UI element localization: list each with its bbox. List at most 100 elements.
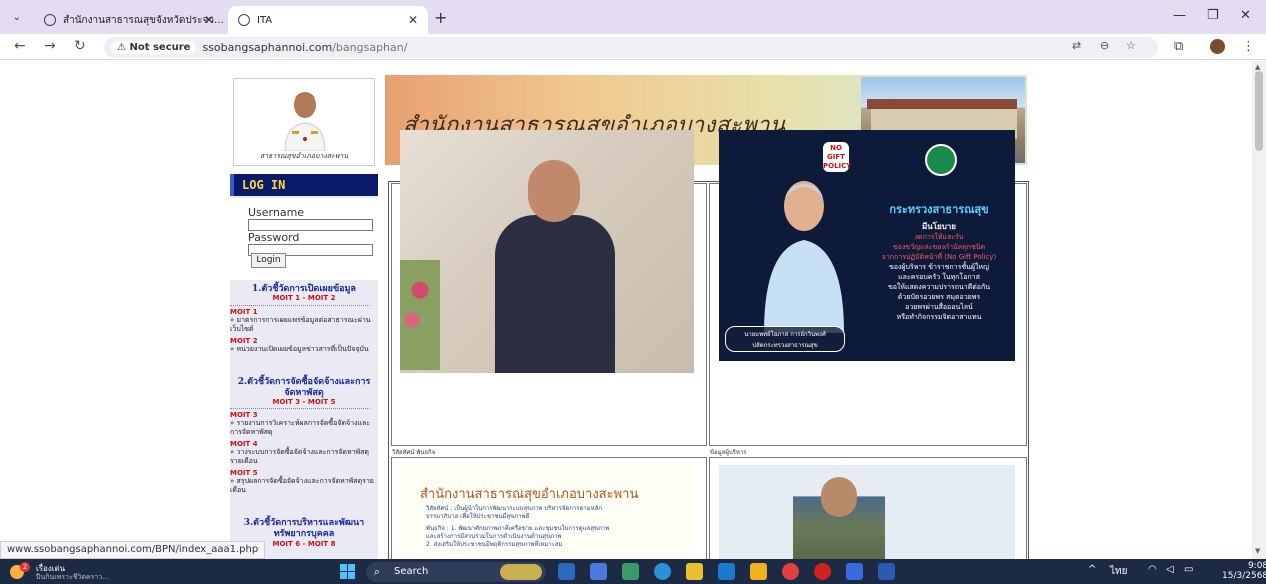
page-scrollbar[interactable]: ▲ ▼	[1252, 61, 1266, 559]
policy-line: และครอบครัว ในทุกโอกาส	[898, 273, 980, 281]
extensions-icon[interactable]: ⧉	[1174, 39, 1183, 54]
username-input[interactable]	[248, 219, 373, 231]
more-menu-icon[interactable]: ⋮	[1242, 39, 1255, 54]
moit-link[interactable]: » วางระบบการจัดซื้อจัดจ้างและการจัดหาพัส…	[230, 448, 376, 466]
tray-chevron-icon[interactable]: ^	[1088, 564, 1096, 575]
chrome-icon[interactable]	[782, 563, 799, 580]
login-button[interactable]: Login	[251, 253, 286, 268]
forward-icon[interactable]: →	[44, 38, 56, 54]
executive-photo[interactable]	[719, 465, 1015, 559]
store-icon[interactable]	[846, 563, 863, 580]
tab-active[interactable]: ITA ✕	[228, 6, 428, 34]
moit-code: MOIT 3	[230, 411, 258, 419]
word-icon[interactable]	[878, 563, 895, 580]
url-domain: ssobangsaphannoi.com	[202, 41, 333, 54]
sidebar: LOG IN Username Password Login 1.ตัวชี้ว…	[230, 174, 378, 559]
app-icon[interactable]	[686, 563, 703, 580]
policy-line: งดการให้และรับ	[914, 233, 964, 241]
tab-title: ITA	[257, 14, 273, 26]
vision-mission-image[interactable]: สำนักงานสาธารณสุขอำเภอบางสะพาน วิสัยทัศน…	[400, 465, 694, 559]
vision-title: สำนักงานสาธารณสุขอำเภอบางสะพาน	[420, 487, 639, 502]
login-heading-text: LOG IN	[242, 178, 286, 192]
scroll-up-icon[interactable]: ▲	[1255, 63, 1260, 71]
address-bar[interactable]: ⚠ Not secure ssobangsaphannoi.com/bangsa…	[104, 37, 1158, 58]
battery-icon[interactable]: ▭	[1184, 564, 1193, 575]
official-position: ปลัดกระทรวงสาธารณสุข	[752, 342, 818, 349]
close-icon[interactable]: ✕	[204, 13, 214, 27]
translate-icon[interactable]: ⇄	[1072, 39, 1081, 52]
section-subtitle: MOIT 3 - MOIT 5	[272, 398, 336, 406]
section-title[interactable]: 3.ตัวชี้วัดการบริหารและพัฒนาทรัพยากรบุคค…	[230, 518, 378, 540]
password-label: Password	[248, 231, 300, 244]
opera-icon[interactable]	[814, 563, 831, 580]
search-placeholder: Search	[394, 566, 429, 577]
security-badge[interactable]: ⚠ Not secure	[111, 41, 197, 54]
tab-title: สำนักงานสาธารณสุขจังหวัดประจวบคี	[63, 14, 224, 26]
moit-link[interactable]: » รายงานการวิเคราะห์ผลการจัดซื้อจัดจ้างแ…	[230, 419, 376, 437]
close-icon[interactable]: ✕	[408, 13, 418, 27]
volume-icon[interactable]: ◁	[1166, 564, 1174, 575]
cell-caption[interactable]: วิสัยทัศน์ พันธกิจ	[392, 447, 435, 457]
name-plate: นายแพทย์โอภาส การย์กวินพงศ์ ปลัดกระทรวงส…	[725, 326, 845, 352]
teams-icon[interactable]	[590, 563, 607, 580]
windows-start-icon[interactable]	[340, 564, 355, 579]
moit-link[interactable]: » มาตรการการเผยแพร่ข้อมูลต่อสาธารณะผ่านเ…	[230, 316, 376, 334]
back-icon[interactable]: ←	[14, 38, 26, 54]
url-text: ssobangsaphannoi.com/bangsaphan/	[202, 41, 407, 54]
policy-heading: มีนโยบาย	[922, 222, 956, 231]
official-name: นายแพทย์โอภาส การย์กวินพงศ์	[744, 331, 826, 338]
section-title[interactable]: 2.ตัวชี้วัดการจัดซื้อจัดจ้างและการจัดหาพ…	[230, 377, 378, 399]
moit-link[interactable]: » สรุปผลการจัดซื้อจัดจ้างและการจัดหาพัสด…	[230, 477, 376, 495]
moit-link[interactable]: » หน่วยงานเปิดเผยข้อมูลข่าวสารที่เป็นปัจ…	[230, 345, 376, 354]
status-url: www.ssobangsaphannoi.com/BPN/index_aaa1.…	[0, 541, 266, 559]
divider	[230, 305, 370, 306]
moit-code: MOIT 1	[230, 308, 258, 316]
close-window-icon[interactable]: ✕	[1240, 8, 1251, 23]
profile-image: สาธารณสุขอำเภอบางสะพาน	[233, 78, 375, 166]
widget-subtitle: ปีนกินเพราะชีวิตคราว...	[36, 573, 109, 581]
search-highlight-art	[500, 564, 542, 580]
policy-line: ของขวัญและของกำนัลทุกชนิด	[892, 243, 986, 251]
bookmark-star-icon[interactable]: ☆	[1126, 39, 1136, 52]
new-tab-button[interactable]: +	[434, 8, 447, 27]
task-view-icon[interactable]	[558, 563, 575, 580]
minimize-icon[interactable]: —	[1173, 8, 1186, 23]
search-icon: ⌕	[374, 565, 381, 578]
policy-line: ด้วยบัตรอวยพร สมุดอวยพร	[897, 293, 981, 301]
clock-time: 9:08	[1247, 561, 1266, 571]
scroll-thumb[interactable]	[1255, 71, 1263, 151]
no-gift-policy-poster[interactable]: NO GIFT POLICY กระทรวงสาธารณสุข มีนโยบาย…	[719, 130, 1015, 373]
widgets-button[interactable]: 2 เรื่องเด่น ปีนกินเพราะชีวิตคราว...	[6, 561, 126, 583]
wifi-icon[interactable]: ◠	[1148, 564, 1157, 575]
policy-line: ของผู้บริหาร ข้าราชการชั้นผู้ใหญ่	[889, 263, 989, 271]
browser-toolbar: ← → ↻ ⚠ Not secure ssobangsaphannoi.com/…	[0, 34, 1266, 60]
vision-line: ธรรมาภิบาล เพื่อให้ประชาชนมีสุขภาพดี	[426, 513, 530, 520]
scroll-down-icon[interactable]: ▼	[1255, 547, 1260, 555]
globe-icon	[238, 14, 250, 26]
language-indicator[interactable]: ไทย	[1110, 564, 1127, 579]
edge-icon[interactable]	[654, 563, 671, 580]
restore-icon[interactable]: ❐	[1207, 8, 1219, 23]
reload-icon[interactable]: ↻	[74, 38, 86, 54]
taskbar-search[interactable]: ⌕ Search	[366, 562, 546, 582]
tab-bar: ⌄ สำนักงานสาธารณสุขจังหวัดประจวบคี ✕ ITA…	[0, 0, 1266, 34]
app-icon[interactable]	[622, 563, 639, 580]
avatar[interactable]	[1210, 39, 1225, 54]
policy-line: หรือทำกิจกรรมจิตอาสาแทน	[896, 313, 982, 321]
warning-icon: ⚠	[117, 42, 130, 53]
username-label: Username	[248, 206, 305, 219]
file-explorer-icon[interactable]	[750, 563, 767, 580]
cell-caption[interactable]: ข้อมูลผู้บริหาร	[710, 447, 746, 457]
official-portrait	[280, 83, 330, 151]
vision-line: 2. ส่งเสริมให้ประชาชนมีพฤติกรรมสุขภาพที่…	[426, 541, 563, 548]
app-icon[interactable]	[718, 563, 735, 580]
policy-text: มีนโยบาย งดการให้และรับ ของขวัญและของกำน…	[867, 222, 1011, 322]
clock[interactable]: 9:08 15/3/2568	[1222, 561, 1266, 581]
zoom-icon[interactable]: ⊖	[1100, 39, 1109, 52]
doctor-figure	[764, 181, 844, 333]
official-photo[interactable]	[400, 130, 694, 373]
tab-search-button[interactable]: ⌄	[8, 9, 26, 27]
policy-line: ขอให้แสดงความปรารถนาดีต่อกัน	[887, 283, 991, 291]
poster-footer	[719, 361, 1015, 373]
tab-inactive[interactable]: สำนักงานสาธารณสุขจังหวัดประจวบคี ✕	[34, 6, 224, 34]
